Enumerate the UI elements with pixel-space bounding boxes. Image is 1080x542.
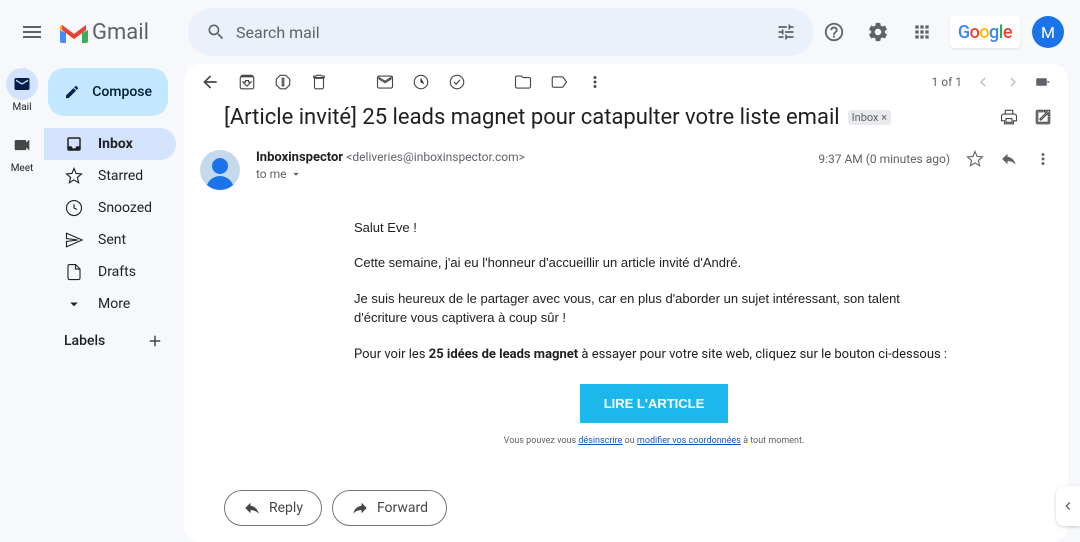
file-icon bbox=[65, 263, 83, 281]
spam-icon bbox=[274, 73, 292, 91]
search-bar[interactable] bbox=[188, 8, 814, 56]
star-outline-icon bbox=[966, 150, 984, 168]
archive-icon bbox=[238, 73, 256, 91]
more-vert-icon bbox=[1034, 150, 1052, 168]
pencil-icon bbox=[64, 82, 80, 102]
email-body: Salut Eve ! Cette semaine, j'ai eu l'hon… bbox=[184, 190, 1068, 475]
update-details-link[interactable]: modifier vos coordonnées bbox=[637, 436, 741, 446]
hamburger-icon bbox=[20, 20, 44, 44]
reply-icon-button[interactable] bbox=[1000, 150, 1018, 168]
nav-sent[interactable]: Sent bbox=[44, 224, 176, 256]
nav-snoozed[interactable]: Snoozed bbox=[44, 192, 176, 224]
reply-icon bbox=[243, 499, 261, 517]
move-button[interactable] bbox=[514, 73, 532, 91]
settings-button[interactable] bbox=[858, 12, 898, 52]
inbox-label-chip[interactable]: Inbox × bbox=[848, 110, 891, 125]
next-button[interactable] bbox=[1004, 73, 1022, 91]
reply-button[interactable]: Reply bbox=[224, 490, 322, 526]
apps-icon bbox=[912, 22, 932, 42]
gear-icon bbox=[867, 21, 889, 43]
message-counter: 1 of 1 bbox=[932, 75, 962, 89]
send-icon bbox=[65, 231, 83, 249]
dropdown-icon bbox=[289, 167, 303, 181]
search-input[interactable] bbox=[236, 23, 766, 42]
chevron-left-icon bbox=[1060, 498, 1076, 514]
email-more-button[interactable] bbox=[1034, 150, 1052, 168]
gmail-text: Gmail bbox=[92, 20, 149, 45]
search-button[interactable] bbox=[196, 12, 236, 52]
gmail-icon bbox=[60, 21, 88, 43]
nav-inbox[interactable]: Inbox bbox=[44, 128, 176, 160]
more-vert-icon bbox=[586, 73, 604, 91]
unsubscribe-link[interactable]: désinscrire bbox=[578, 436, 622, 446]
print-icon bbox=[1000, 108, 1018, 126]
prev-button[interactable] bbox=[974, 73, 992, 91]
star-button[interactable] bbox=[966, 150, 984, 168]
apps-button[interactable] bbox=[902, 12, 942, 52]
reply-icon bbox=[1000, 150, 1018, 168]
account-avatar[interactable]: M bbox=[1032, 16, 1064, 48]
gmail-logo[interactable]: Gmail bbox=[60, 20, 178, 45]
meet-icon bbox=[13, 136, 31, 154]
input-tools-button[interactable] bbox=[1034, 73, 1052, 91]
spam-button[interactable] bbox=[274, 73, 292, 91]
nav-more[interactable]: More bbox=[44, 288, 176, 320]
read-article-button[interactable]: LIRE L'ARTICLE bbox=[580, 384, 729, 423]
mark-unread-button[interactable] bbox=[376, 73, 394, 91]
nav-drafts[interactable]: Drafts bbox=[44, 256, 176, 288]
labels-header: Labels bbox=[64, 333, 105, 349]
arrow-back-icon bbox=[200, 72, 220, 92]
chevron-left-icon bbox=[974, 73, 992, 91]
open-new-window-button[interactable] bbox=[1034, 108, 1052, 126]
help-icon bbox=[823, 21, 845, 43]
support-button[interactable] bbox=[814, 12, 854, 52]
labels-button[interactable] bbox=[550, 73, 568, 91]
snooze-button[interactable] bbox=[412, 73, 430, 91]
email-subject: [Article invité] 25 leads magnet pour ca… bbox=[224, 105, 840, 130]
search-options-button[interactable] bbox=[766, 12, 806, 52]
sender-email: <deliveries@inboxinspector.com> bbox=[346, 150, 525, 164]
plus-icon bbox=[146, 332, 164, 350]
folder-icon bbox=[514, 73, 532, 91]
archive-button[interactable] bbox=[238, 73, 256, 91]
clock-icon bbox=[412, 73, 430, 91]
label-icon bbox=[550, 73, 568, 91]
star-icon bbox=[65, 167, 83, 185]
email-time: 9:37 AM (0 minutes ago) bbox=[818, 152, 950, 166]
trash-icon bbox=[310, 73, 328, 91]
rail-mail[interactable]: Mail bbox=[6, 68, 38, 113]
google-account-switcher[interactable]: Google bbox=[950, 16, 1020, 48]
back-button[interactable] bbox=[200, 72, 220, 92]
rail-meet[interactable]: Meet bbox=[6, 129, 38, 174]
add-task-button[interactable] bbox=[448, 73, 466, 91]
keyboard-icon bbox=[1034, 73, 1052, 91]
more-actions-button[interactable] bbox=[586, 73, 604, 91]
forward-button[interactable]: Forward bbox=[332, 490, 447, 526]
sender-name: Inboxinspector bbox=[256, 150, 343, 165]
mail-icon bbox=[13, 75, 31, 93]
search-icon bbox=[206, 22, 226, 42]
open-new-icon bbox=[1034, 108, 1052, 126]
compose-button[interactable]: Compose bbox=[48, 68, 168, 116]
tune-icon bbox=[776, 22, 796, 42]
sender-avatar bbox=[200, 150, 240, 190]
forward-icon bbox=[351, 499, 369, 517]
delete-button[interactable] bbox=[310, 73, 328, 91]
task-icon bbox=[448, 73, 466, 91]
chevron-right-icon bbox=[1004, 73, 1022, 91]
add-label-button[interactable] bbox=[146, 332, 164, 350]
main-menu-button[interactable] bbox=[8, 8, 56, 56]
expand-icon bbox=[65, 295, 83, 313]
mail-icon bbox=[376, 73, 394, 91]
clock-icon bbox=[65, 199, 83, 217]
nav-starred[interactable]: Starred bbox=[44, 160, 176, 192]
side-panel-toggle[interactable] bbox=[1056, 486, 1080, 526]
inbox-icon bbox=[65, 135, 83, 153]
recipient-dropdown[interactable]: to me bbox=[256, 167, 818, 181]
print-button[interactable] bbox=[1000, 108, 1018, 126]
